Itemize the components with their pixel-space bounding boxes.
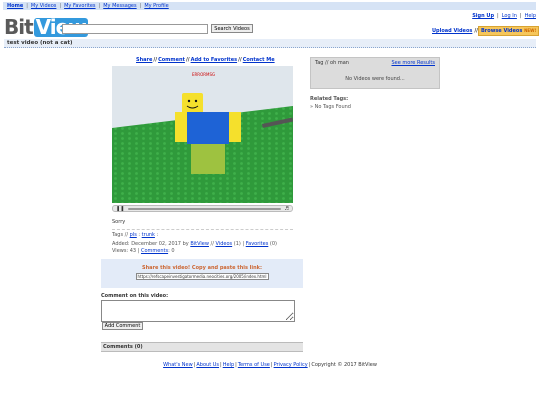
nav-separator: |: [26, 3, 28, 9]
footer-about-us-link[interactable]: About Us: [196, 362, 219, 368]
tag-link[interactable]: pls: [130, 232, 137, 238]
video-player[interactable]: ERRORMSG: [112, 66, 293, 203]
video-title-bar: test video (not a cat): [4, 39, 536, 48]
player-overlay-text: ERRORMSG: [192, 72, 215, 77]
views-count: Views: 43: [112, 248, 137, 254]
related-tags-label: Related Tags:: [310, 96, 349, 102]
comment-link[interactable]: Comment: [158, 57, 185, 63]
browse-videos-button[interactable]: Browse Videos NEW!: [478, 26, 540, 36]
video-views-info: Views: 43 | Comments: 0: [112, 248, 175, 254]
footer-whats-new-link[interactable]: What's New: [163, 362, 193, 368]
added-label: Added: December 02, 2017 by: [112, 241, 189, 247]
contact-me-link[interactable]: Contact Me: [243, 57, 275, 63]
comment-textarea[interactable]: [101, 300, 295, 322]
account-separator: |: [519, 13, 522, 19]
author-link[interactable]: BitView: [190, 241, 209, 247]
footer-terms-link[interactable]: Terms of Use: [238, 362, 270, 368]
related-tags-empty: » No Tags Found: [310, 104, 351, 110]
share-header: Share this video! Copy and paste this li…: [142, 265, 262, 271]
author-videos-count: (1): [233, 241, 241, 247]
logo-bit-text: Bit: [4, 15, 34, 39]
comments-count-link[interactable]: Comments: [141, 248, 168, 254]
author-favorites-link[interactable]: Favorites: [246, 241, 269, 247]
video-actions: Share//Comment//Add to Favorites//Contac…: [136, 57, 275, 63]
avatar-right-leg: [208, 144, 225, 174]
add-comment-button[interactable]: Add Comment: [102, 322, 143, 330]
nav-my-videos-link[interactable]: My Videos: [31, 3, 56, 9]
seek-bar[interactable]: [128, 207, 281, 210]
upload-videos-link[interactable]: Upload Videos: [432, 28, 472, 34]
nav-separator: |: [98, 3, 101, 9]
comments-count-value: : 0: [168, 248, 175, 254]
tags-label: Tags //: [112, 232, 129, 238]
share-box: Share this video! Copy and paste this li…: [101, 259, 303, 288]
avatar-left-arm: [175, 112, 187, 142]
author-videos-link[interactable]: Videos: [216, 241, 233, 247]
action-separator: //: [185, 57, 190, 63]
sign-up-link[interactable]: Sign Up: [472, 13, 494, 19]
footer-separator: |: [270, 362, 273, 368]
search-videos-button[interactable]: Search Videos: [211, 24, 253, 33]
avatar-left-leg: [191, 144, 208, 174]
tag-results-panel: Tag // oh man See more Results No Videos…: [310, 57, 440, 89]
browse-videos-label: Browse Videos: [481, 28, 523, 34]
account-separator: |: [497, 13, 499, 19]
help-link[interactable]: Help: [525, 13, 536, 19]
nav-separator: |: [59, 3, 62, 9]
video-description: Sorry: [112, 219, 126, 225]
nav-separator: |: [139, 3, 142, 9]
comments-header: Comments (0): [101, 342, 303, 352]
footer: What's New|About Us|Help|Terms of Use|Pr…: [0, 362, 540, 368]
tag-panel-title: Tag // oh man: [315, 60, 349, 66]
author-favorites-count: (0): [269, 241, 277, 247]
action-separator: //: [153, 57, 158, 63]
log-in-link[interactable]: Log In: [502, 13, 517, 19]
footer-separator: |: [220, 362, 222, 368]
footer-help-link[interactable]: Help: [223, 362, 234, 368]
player-controls: ❚❚ ♬: [112, 205, 293, 212]
footer-copyright: Copyright © 2017 BitView: [311, 362, 377, 368]
share-link[interactable]: Share: [136, 57, 152, 63]
search-input[interactable]: [62, 24, 208, 34]
upload-actions: Upload Videos//: [432, 28, 480, 34]
tag-panel-header: Tag // oh man See more Results: [311, 58, 439, 66]
video-title: test video (not a cat): [7, 40, 73, 46]
avatar-torso: [187, 112, 229, 144]
share-url-field[interactable]: https://refscapeinvestigatormedia.neocit…: [135, 273, 269, 280]
video-frame: ERRORMSG: [112, 66, 293, 203]
avatar-right-arm: [229, 112, 241, 142]
nav-my-favorites-link[interactable]: My Favorites: [64, 3, 95, 9]
new-badge: NEW!: [524, 28, 537, 33]
tag-link[interactable]: trunk: [142, 232, 155, 238]
divider: [112, 229, 293, 230]
nav-my-profile-link[interactable]: My Profile: [144, 3, 168, 9]
account-links: Sign Up | Log In | Help: [472, 13, 536, 19]
top-nav-bar: Home | My Videos | My Favorites | My Mes…: [3, 2, 536, 10]
action-separator: //: [238, 57, 242, 63]
add-to-favorites-link[interactable]: Add to Favorites: [191, 57, 237, 63]
volume-icon[interactable]: ♬: [285, 206, 289, 212]
video-added-info: Added: December 02, 2017 by BitView // V…: [112, 241, 277, 247]
pause-icon[interactable]: ❚❚: [116, 206, 124, 212]
related-tags: Related Tags: » No Tags Found: [310, 96, 351, 110]
nav-home-link[interactable]: Home: [7, 3, 23, 9]
nav-my-messages-link[interactable]: My Messages: [103, 3, 136, 9]
footer-separator: |: [235, 362, 237, 368]
see-more-results-link[interactable]: See more Results: [391, 60, 435, 66]
footer-privacy-link[interactable]: Privacy Policy: [274, 362, 308, 368]
avatar-head: [182, 93, 203, 114]
comment-label: Comment on this video:: [101, 293, 169, 299]
video-tags: Tags // pls : trunk :: [112, 232, 159, 238]
no-videos-message: No Videos were found...: [345, 76, 405, 82]
